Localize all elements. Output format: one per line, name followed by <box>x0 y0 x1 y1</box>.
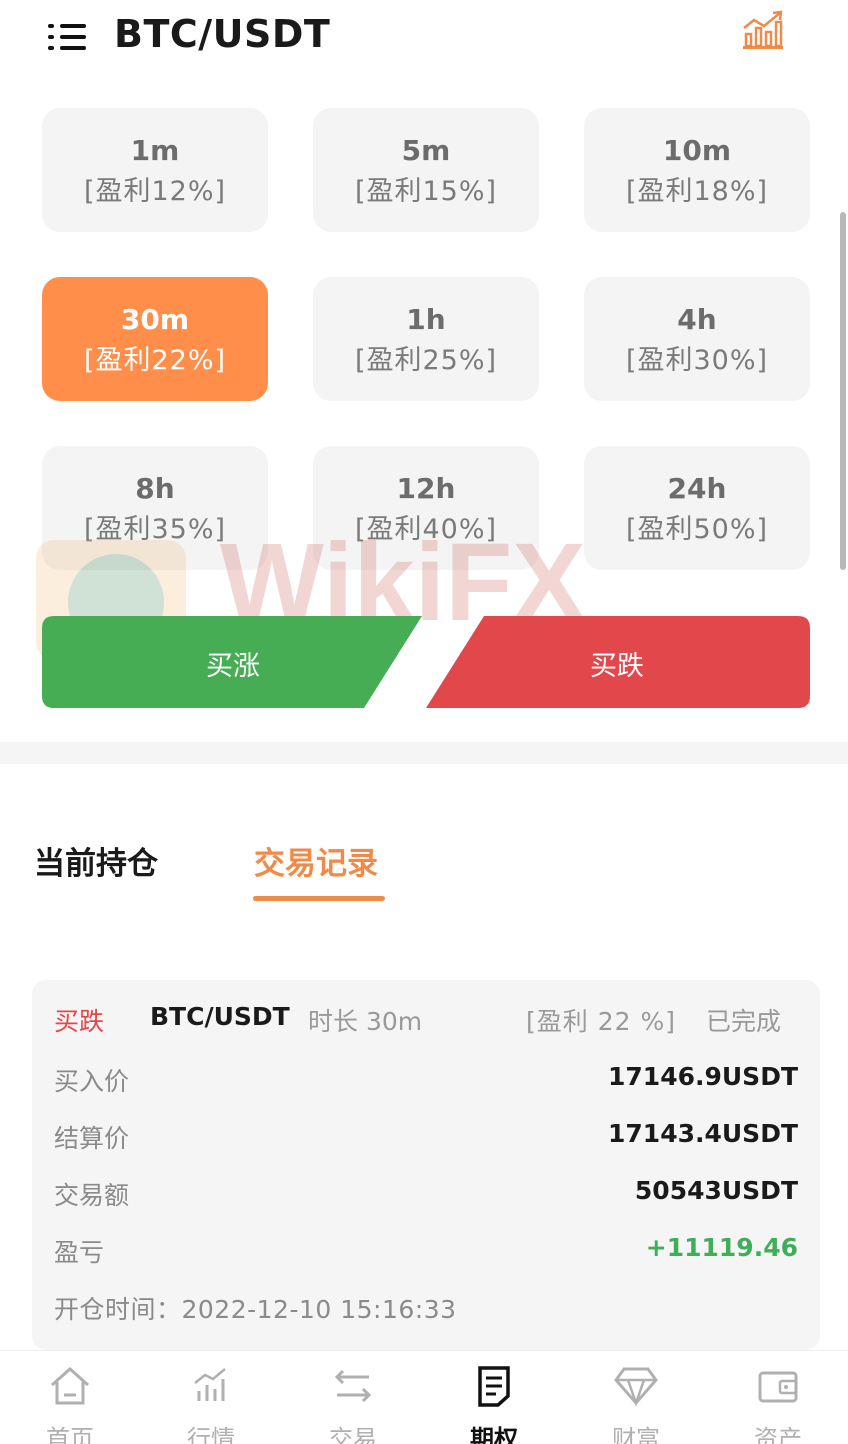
trade-record-card[interactable]: 买跌 BTC/USDT 时长 30m [盈利 22 %] 已完成 买入价 171… <box>32 980 820 1350</box>
position-tabs: 当前持仓 交易记录 <box>0 830 848 910</box>
record-direction: 买跌 <box>54 1007 105 1036</box>
record-label: 交易额 <box>54 1181 130 1210</box>
nav-home[interactable]: 首页 <box>0 1351 140 1444</box>
record-pnl-value: +11119.46 <box>645 1233 798 1262</box>
nav-trade[interactable]: 交易 <box>283 1351 423 1444</box>
period-4h[interactable]: 4h [盈利30%] <box>584 277 810 401</box>
buy-up-label: 买涨 <box>206 651 260 682</box>
kline-chart-icon[interactable] <box>740 10 786 52</box>
buy-down-button[interactable]: 买跌 <box>426 616 810 708</box>
period-profit: [盈利22%] <box>83 345 227 376</box>
record-value: 17146.9USDT <box>608 1062 798 1091</box>
nav-label: 交易 <box>329 1425 377 1444</box>
period-label: 8h <box>135 472 175 505</box>
market-chart-icon <box>194 1368 226 1401</box>
record-label: 买入价 <box>54 1067 130 1096</box>
tab-underline <box>253 896 385 901</box>
period-profit: [盈利30%] <box>625 345 769 376</box>
nav-label: 行情 <box>187 1425 235 1444</box>
period-profit: [盈利40%] <box>354 514 498 545</box>
record-label: 结算价 <box>54 1124 130 1153</box>
section-divider <box>0 742 848 764</box>
buy-up-button[interactable]: 买涨 <box>42 616 422 708</box>
tab-current-positions[interactable]: 当前持仓 <box>34 838 158 883</box>
period-label: 4h <box>677 303 717 336</box>
record-pair: BTC/USDT <box>150 1002 290 1031</box>
nav-options[interactable]: 期权 <box>424 1351 564 1444</box>
record-row-pnl: 盈亏 +11119.46 <box>54 1233 798 1273</box>
period-24h[interactable]: 24h [盈利50%] <box>584 446 810 570</box>
page-title[interactable]: BTC/USDT <box>114 12 330 56</box>
tab-trade-records[interactable]: 交易记录 <box>254 838 378 883</box>
period-profit: [盈利15%] <box>354 176 498 207</box>
scrollbar[interactable] <box>840 212 846 570</box>
diamond-icon <box>614 1367 658 1407</box>
record-profit-rate: [盈利 22 %] <box>526 1007 676 1036</box>
period-10m[interactable]: 10m [盈利18%] <box>584 108 810 232</box>
bottom-nav: 首页 行情 交易 期权 财富 资产 <box>0 1350 848 1444</box>
nav-market[interactable]: 行情 <box>141 1351 281 1444</box>
exchange-arrows-icon <box>334 1369 372 1403</box>
nav-assets[interactable]: 资产 <box>708 1351 848 1444</box>
header: BTC/USDT <box>0 0 848 80</box>
period-profit: [盈利18%] <box>625 176 769 207</box>
period-label: 30m <box>120 303 190 336</box>
nav-wealth[interactable]: 财富 <box>566 1351 706 1444</box>
document-icon <box>478 1366 510 1407</box>
period-profit: [盈利50%] <box>625 514 769 545</box>
nav-label: 首页 <box>46 1425 94 1444</box>
nav-label: 期权 <box>470 1425 518 1444</box>
record-value: 50543USDT <box>634 1176 798 1205</box>
period-5m[interactable]: 5m [盈利15%] <box>313 108 539 232</box>
period-30m[interactable]: 30m [盈利22%] <box>42 277 268 401</box>
record-row-settle-price: 结算价 17143.4USDT <box>54 1119 798 1159</box>
record-header: 买跌 BTC/USDT 时长 30m [盈利 22 %] 已完成 <box>32 1002 820 1042</box>
period-label: 10m <box>662 134 732 167</box>
period-label: 24h <box>667 472 727 505</box>
period-label: 12h <box>396 472 456 505</box>
menu-icon[interactable] <box>48 22 86 52</box>
wallet-icon <box>758 1371 798 1403</box>
period-12h[interactable]: 12h [盈利40%] <box>313 446 539 570</box>
period-label: 5m <box>401 134 451 167</box>
period-profit: [盈利12%] <box>83 176 227 207</box>
home-icon <box>51 1366 89 1405</box>
record-label: 盈亏 <box>54 1238 105 1267</box>
record-open-time: 开仓时间：2022-12-10 15:16:33 <box>54 1295 457 1324</box>
period-profit: [盈利35%] <box>83 514 227 545</box>
period-1h[interactable]: 1h [盈利25%] <box>313 277 539 401</box>
period-profit: [盈利25%] <box>354 345 498 376</box>
period-label: 1m <box>130 134 180 167</box>
period-1m[interactable]: 1m [盈利12%] <box>42 108 268 232</box>
nav-label: 财富 <box>612 1425 660 1444</box>
record-row-amount: 交易额 50543USDT <box>54 1176 798 1216</box>
buy-down-label: 买跌 <box>590 651 644 682</box>
period-label: 1h <box>406 303 446 336</box>
record-row-buy-price: 买入价 17146.9USDT <box>54 1062 798 1102</box>
record-value: 17143.4USDT <box>608 1119 798 1148</box>
record-duration: 时长 30m <box>308 1007 423 1036</box>
record-status: 已完成 <box>706 1007 782 1036</box>
period-8h[interactable]: 8h [盈利35%] <box>42 446 268 570</box>
nav-label: 资产 <box>754 1425 802 1444</box>
